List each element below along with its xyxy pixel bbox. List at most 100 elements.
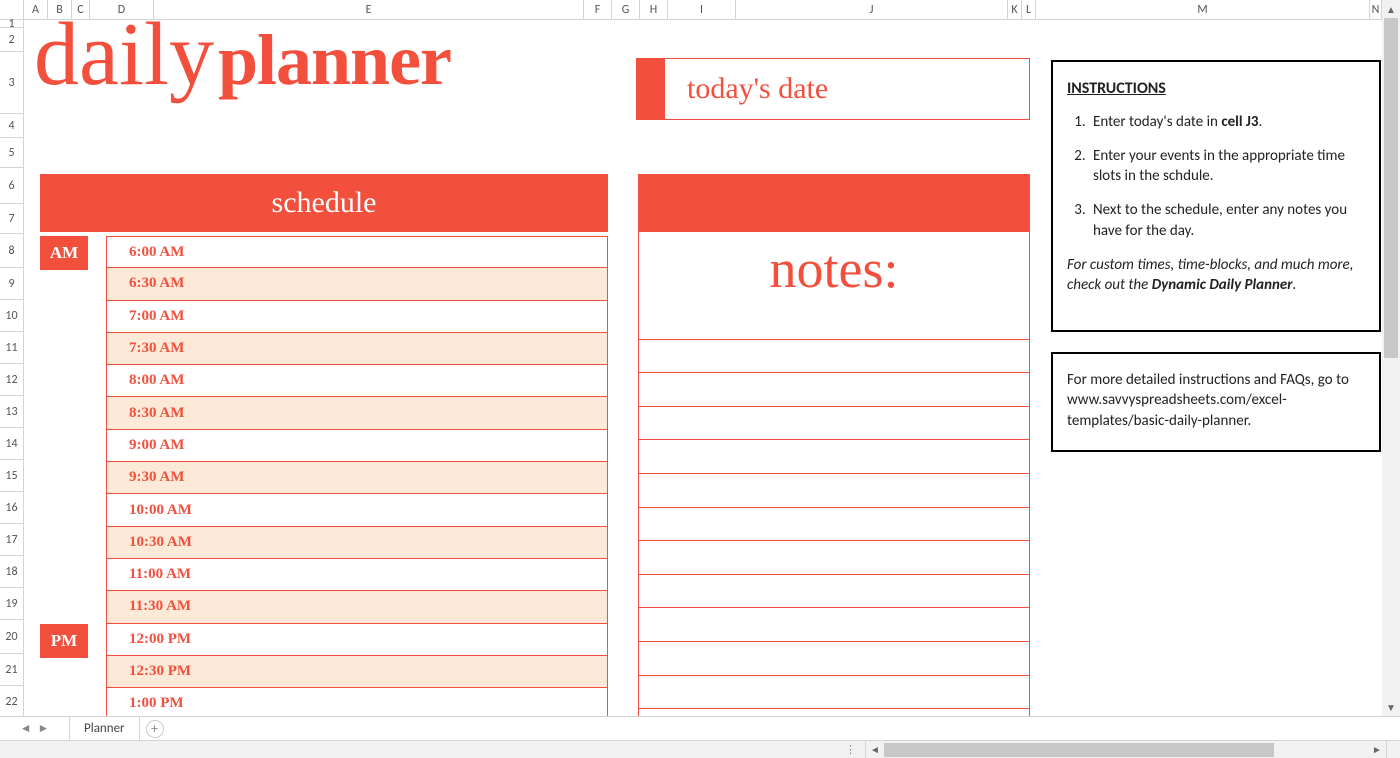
notes-line[interactable] (638, 642, 1030, 676)
todays-date-label: today's date (687, 72, 828, 106)
todays-date-cell[interactable]: today's date (664, 58, 1030, 120)
sheet-tab-label: Planner (84, 721, 125, 736)
plus-icon: + (151, 720, 158, 737)
schedule-header-label: schedule (272, 186, 377, 220)
notes-line[interactable] (638, 474, 1030, 508)
column-header-M[interactable]: M (1036, 0, 1370, 19)
todays-date-box: today's date (636, 58, 1030, 120)
notes-title: notes: (638, 232, 1030, 306)
row-header-17[interactable]: 17 (0, 524, 24, 556)
notes-line[interactable] (638, 340, 1030, 374)
schedule-row[interactable]: 8:30 AM (106, 397, 608, 429)
schedule-row[interactable]: 10:00 AM (106, 494, 608, 526)
notes-line[interactable] (638, 508, 1030, 542)
schedule-row[interactable]: 10:30 AM (106, 527, 608, 559)
scroll-down-icon[interactable]: ▼ (1382, 698, 1400, 716)
hscroll-track[interactable] (884, 743, 1368, 757)
schedule-row[interactable]: 12:30 PM (106, 656, 608, 688)
pm-badge: PM (40, 624, 88, 658)
resize-grip[interactable] (1386, 741, 1400, 758)
schedule-row[interactable]: 12:00 PM (106, 624, 608, 656)
row-header-12[interactable]: 12 (0, 364, 24, 396)
row-header-14[interactable]: 14 (0, 428, 24, 460)
schedule-row[interactable]: 7:00 AM (106, 301, 608, 333)
schedule-row[interactable]: 11:00 AM (106, 559, 608, 591)
instruction-item: Enter today's date in cell J3. (1089, 112, 1365, 132)
row-header-20[interactable]: 20 (0, 620, 24, 654)
column-header-F[interactable]: F (584, 0, 612, 19)
schedule-row[interactable]: 6:30 AM (106, 268, 608, 300)
vertical-scrollbar[interactable]: ▲ ▼ (1382, 0, 1400, 716)
schedule-time-label: 12:00 PM (129, 631, 191, 648)
column-header-K[interactable]: K (1008, 0, 1022, 19)
row-header-9[interactable]: 9 (0, 268, 24, 300)
notes-line[interactable] (638, 440, 1030, 474)
row-header-16[interactable]: 16 (0, 492, 24, 524)
tail-post: . (1293, 276, 1297, 294)
notes-area: notes: (638, 232, 1030, 743)
row-header-18[interactable]: 18 (0, 556, 24, 588)
horizontal-scrollbar[interactable]: ◄ ► (866, 741, 1386, 758)
row-header-13[interactable]: 13 (0, 396, 24, 428)
notes-line[interactable] (638, 306, 1030, 340)
schedule-row[interactable]: 11:30 AM (106, 591, 608, 623)
row-header-10[interactable]: 10 (0, 300, 24, 332)
row-header-3[interactable]: 3 (0, 52, 24, 114)
add-sheet-button[interactable]: + (146, 720, 164, 738)
schedule-time-label: 1:00 PM (129, 695, 184, 712)
tail-bold: Dynamic Daily Planner (1152, 276, 1293, 294)
column-header-N[interactable]: N (1370, 0, 1382, 19)
notes-line[interactable] (638, 373, 1030, 407)
row-header-22[interactable]: 22 (0, 686, 24, 718)
row-header-8[interactable]: 8 (0, 234, 24, 268)
vscroll-thumb[interactable] (1384, 18, 1398, 358)
notes-line[interactable] (638, 575, 1030, 609)
notes-line[interactable] (638, 676, 1030, 710)
row-header-11[interactable]: 11 (0, 332, 24, 364)
pm-label: PM (51, 631, 77, 651)
column-header-I[interactable]: I (668, 0, 736, 19)
status-bar: ⋮ ◄ ► (0, 740, 1400, 758)
tab-nav[interactable]: ◄ ► (0, 717, 70, 740)
notes-line[interactable] (638, 541, 1030, 575)
sheet-tab-planner[interactable]: Planner (70, 717, 140, 740)
column-header-G[interactable]: G (612, 0, 640, 19)
notes-line[interactable] (638, 608, 1030, 642)
row-header-15[interactable]: 15 (0, 460, 24, 492)
schedule-time-label: 7:30 AM (129, 340, 184, 357)
row-header-21[interactable]: 21 (0, 654, 24, 686)
hscroll-thumb[interactable] (884, 743, 1274, 757)
hscroll-right-icon[interactable]: ► (1368, 743, 1386, 756)
faq-box: For more detailed instructions and FAQs,… (1051, 352, 1381, 452)
schedule-time-label: 10:00 AM (129, 502, 192, 519)
row-header-2[interactable]: 2 (0, 28, 24, 52)
row-header-7[interactable]: 7 (0, 204, 24, 234)
row-header-6[interactable]: 6 (0, 168, 24, 204)
schedule-row[interactable]: 9:30 AM (106, 462, 608, 494)
column-header-H[interactable]: H (640, 0, 668, 19)
column-header-L[interactable]: L (1022, 0, 1036, 19)
schedule-row[interactable]: 7:30 AM (106, 333, 608, 365)
excel-window: ABCDEFGHIJKLMN 1234567891011121314151617… (0, 0, 1400, 758)
hscroll-left-icon[interactable]: ◄ (866, 743, 884, 756)
row-header-5[interactable]: 5 (0, 138, 24, 168)
row-header-1[interactable]: 1 (0, 20, 24, 28)
schedule-header: schedule (40, 174, 608, 232)
instructions-heading: INSTRUCTIONS (1067, 78, 1365, 100)
scroll-up-icon[interactable]: ▲ (1382, 0, 1400, 18)
row-header-4[interactable]: 4 (0, 114, 24, 138)
hscroll-grip-icon[interactable]: ⋮ (836, 741, 866, 758)
row-header-19[interactable]: 19 (0, 588, 24, 620)
schedule-row[interactable]: 6:00 AM (106, 236, 608, 268)
column-header-J[interactable]: J (736, 0, 1008, 19)
notes-line[interactable] (638, 407, 1030, 441)
schedule-time-label: 11:00 AM (129, 566, 191, 583)
schedule-row[interactable]: 8:00 AM (106, 365, 608, 397)
sheet-tab-bar: ◄ ► Planner + (0, 716, 1400, 740)
grid-body[interactable]: daily planner today's date schedule AM P… (24, 20, 1382, 716)
tab-prev-icon[interactable]: ◄ (20, 721, 32, 736)
instructions-box: INSTRUCTIONS Enter today's date in cell … (1051, 60, 1381, 332)
tab-next-icon[interactable]: ► (38, 721, 50, 736)
row-headers: 12345678910111213141516171819202122 (0, 20, 24, 718)
schedule-row[interactable]: 9:00 AM (106, 430, 608, 462)
